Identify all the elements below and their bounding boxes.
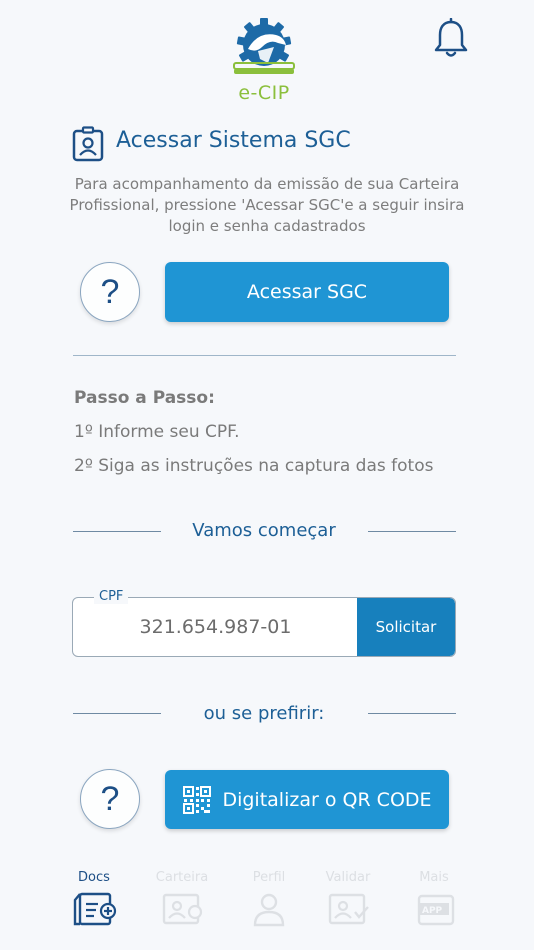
acessar-sgc-label: Acessar SGC xyxy=(246,281,368,303)
nav-label: Mais xyxy=(419,870,449,885)
e-cip-logo xyxy=(233,18,295,74)
sgc-title: Acessar Sistema SGC xyxy=(116,128,351,153)
nav-label: Perfil xyxy=(252,870,286,885)
scan-qr-code-button[interactable]: Digitalizar o QR CODE xyxy=(165,770,449,829)
app-more-icon: APP xyxy=(417,894,455,926)
profile-icon xyxy=(253,893,285,927)
validate-icon xyxy=(328,893,369,925)
acessar-sgc-button[interactable]: Acessar SGC xyxy=(165,262,449,322)
solicitar-button[interactable]: Solicitar xyxy=(357,598,455,656)
divider-left xyxy=(73,531,161,532)
steps-title: Passo a Passo: xyxy=(74,388,215,408)
nav-item-mais[interactable]: Mais APP xyxy=(404,870,464,928)
notification-bell-icon[interactable] xyxy=(432,18,470,60)
sgc-help-button[interactable]: ? xyxy=(80,262,140,322)
cpf-input[interactable] xyxy=(73,598,358,656)
nav-item-validar[interactable]: Validar xyxy=(318,870,378,928)
nav-item-docs[interactable]: Docs xyxy=(64,870,124,928)
wallet-card-icon xyxy=(162,893,203,925)
nav-label: Carteira xyxy=(155,870,209,885)
solicitar-label: Solicitar xyxy=(375,618,437,636)
step-item: 2º Siga as instruções na captura das fot… xyxy=(74,456,434,476)
section-divider xyxy=(73,355,456,356)
nav-item-carteira[interactable]: Carteira xyxy=(152,870,212,928)
cpf-field-group: Solicitar xyxy=(72,597,456,657)
divider-right xyxy=(368,531,456,532)
sgc-description: Para acompanhamento da emissão de sua Ca… xyxy=(69,175,465,235)
nav-label: Validar xyxy=(325,870,371,885)
docs-icon xyxy=(73,892,117,926)
cpf-label: CPF xyxy=(94,589,129,604)
qr-code-icon xyxy=(183,785,212,814)
qr-help-button[interactable]: ? xyxy=(80,769,140,829)
alternative-label: ou se prefirir: xyxy=(203,703,325,724)
help-question-icon: ? xyxy=(100,779,120,818)
nav-item-perfil[interactable]: Perfil xyxy=(239,870,299,928)
start-label: Vamos começar xyxy=(192,520,336,541)
step-item: 1º Informe seu CPF. xyxy=(74,422,240,442)
scan-qr-code-label: Digitalizar o QR CODE xyxy=(222,788,432,811)
help-question-icon: ? xyxy=(100,272,120,311)
svg-text:APP: APP xyxy=(422,906,443,916)
divider-right xyxy=(368,713,456,714)
id-badge-icon xyxy=(72,126,104,162)
logo-text: e-CIP xyxy=(238,82,290,104)
nav-label: Docs xyxy=(78,870,110,885)
divider-left xyxy=(73,713,161,714)
